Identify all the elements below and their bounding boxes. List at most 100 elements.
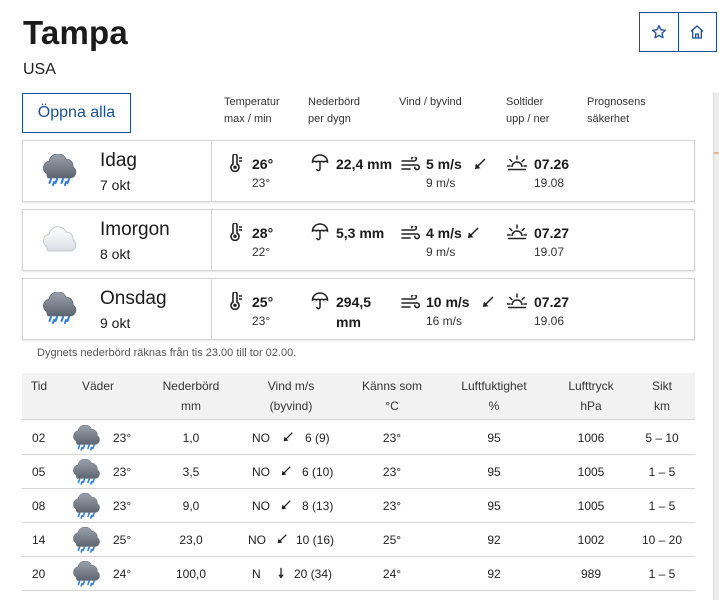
rain-cloud-icon xyxy=(70,425,102,451)
day-row-wednesday[interactable]: Onsdag 9 okt 25° 23° 294,5 mm 10 m/s 16 … xyxy=(22,278,695,340)
row-precipitation: 3,5 xyxy=(182,465,200,479)
wind-icon xyxy=(401,295,421,309)
star-icon xyxy=(651,25,666,39)
header-certainty-line1: Prognosens xyxy=(587,96,646,108)
wind-direction-arrow-icon xyxy=(481,295,495,309)
col-wind-label: Vind m/s xyxy=(267,379,315,393)
col-wind: Vind m/s (byvind) xyxy=(250,376,332,416)
row-pressure: 1005 xyxy=(577,465,605,479)
col-visibility: Sikt km xyxy=(632,376,692,416)
table-row[interactable]: 20 24° 100,0 N 20 (34) 24° 92 989 1 – 5 xyxy=(22,557,695,591)
row-feels-like: 25° xyxy=(382,533,402,547)
col-precipitation-label: Nederbörd xyxy=(162,379,220,393)
sunrise-time: 07.27 xyxy=(534,225,570,241)
row-visibility: 10 – 20 xyxy=(641,533,683,547)
row-temp: 24° xyxy=(113,567,132,581)
row-wind-direction: NO xyxy=(252,499,270,513)
favorite-button[interactable] xyxy=(640,13,678,51)
table-row[interactable]: 02 23° 1,0 NO 6 (9) 23° 95 1006 5 – 10 xyxy=(22,421,695,455)
row-humidity: 92 xyxy=(487,533,501,547)
day-date: 9 okt xyxy=(100,315,131,331)
header-certainty-line2: säkerhet xyxy=(587,113,630,125)
temp-max: 28° xyxy=(252,225,274,241)
temp-min: 23° xyxy=(252,176,271,190)
sunset-time: 19.06 xyxy=(534,314,565,328)
rain-cloud-icon xyxy=(70,561,102,587)
day-name: Idag xyxy=(100,150,137,171)
header-sun-line1: Soltider xyxy=(506,96,544,108)
row-temp: 23° xyxy=(113,431,132,445)
wind-value: 5 m/s xyxy=(426,156,462,172)
open-all-button[interactable]: Öppna alla xyxy=(22,93,131,133)
row-time: 02 xyxy=(32,431,46,445)
row-feels-like: 23° xyxy=(382,499,402,513)
table-row[interactable]: 08 23° 9,0 NO 8 (13) 23° 95 1005 1 – 5 xyxy=(22,489,695,523)
row-wind: 6 (9) xyxy=(305,431,330,445)
col-time-label: Tid xyxy=(30,379,48,393)
country-label: USA xyxy=(23,61,56,78)
col-humidity-unit: % xyxy=(488,399,500,413)
wind-direction-arrow-icon xyxy=(276,533,288,545)
umbrella-icon xyxy=(311,223,329,241)
header-sun: Soltider upp / ner xyxy=(506,94,549,128)
gust-value: 16 m/s xyxy=(426,314,463,328)
sunrise-icon xyxy=(507,155,527,171)
col-time: Tid xyxy=(22,376,56,396)
day-row-today[interactable]: Idag 7 okt 26° 23° 22,4 mm 5 m/s 9 m/s 0… xyxy=(22,140,695,202)
row-wind: 20 (34) xyxy=(294,567,333,581)
row-wind-direction: NO xyxy=(252,431,270,445)
col-feels-like: Känns som °C xyxy=(352,376,432,416)
wind-icon xyxy=(401,157,421,171)
col-pressure: Lufttryck hPa xyxy=(554,376,628,416)
home-icon xyxy=(690,25,704,39)
row-time: 05 xyxy=(32,465,46,479)
row-temp: 23° xyxy=(113,465,132,479)
col-precipitation: Nederbörd mm xyxy=(152,376,230,416)
col-humidity: Luftfuktighet% xyxy=(448,376,540,416)
temp-min: 22° xyxy=(252,245,271,259)
col-wind-unit: (byvind) xyxy=(269,399,313,413)
col-pressure-unit: hPa xyxy=(580,399,602,413)
row-precipitation: 100,0 xyxy=(175,567,207,581)
day-row-tomorrow[interactable]: Imorgon 8 okt 28° 22° 5,3 mm 4 m/s 9 m/s… xyxy=(22,209,695,271)
row-pressure: 989 xyxy=(580,567,602,581)
header-precipitation-line1: Nederbörd xyxy=(308,96,360,108)
rain-cloud-icon xyxy=(70,527,102,553)
thermometer-icon xyxy=(226,223,244,241)
wind-direction-arrow-icon xyxy=(466,226,480,240)
row-precipitation: 1,0 xyxy=(182,431,200,445)
sunset-time: 19.07 xyxy=(534,245,565,259)
sunset-time: 19.08 xyxy=(534,176,565,190)
day-divider xyxy=(211,210,212,270)
row-temp: 25° xyxy=(113,533,132,547)
day-name: Onsdag xyxy=(100,288,167,309)
row-pressure: 1005 xyxy=(577,499,605,513)
action-buttons xyxy=(639,12,717,52)
row-time: 08 xyxy=(32,499,46,513)
home-button[interactable] xyxy=(677,13,717,51)
page-scrollbar[interactable] xyxy=(713,93,719,600)
wind-direction-arrow-icon xyxy=(280,499,292,511)
row-precipitation: 9,0 xyxy=(182,499,200,513)
header-sun-line2: upp / ner xyxy=(506,113,550,125)
row-feels-like: 23° xyxy=(382,431,402,445)
day-date: 7 okt xyxy=(100,177,131,193)
row-visibility: 1 – 5 xyxy=(648,499,676,513)
col-precipitation-unit: mm xyxy=(181,399,201,413)
header-precipitation: Nederbörd per dygn xyxy=(308,94,360,128)
col-humidity-label: Luftfuktighet xyxy=(461,379,527,393)
rain-cloud-icon xyxy=(70,493,102,519)
sunrise-time: 07.26 xyxy=(534,156,570,172)
day-divider xyxy=(211,279,212,339)
wind-value: 4 m/s xyxy=(426,225,462,241)
table-row[interactable]: 14 25° 23,0 NO 10 (16) 25° 92 1002 10 – … xyxy=(22,523,695,557)
umbrella-icon xyxy=(311,154,329,172)
row-pressure: 1002 xyxy=(577,533,605,547)
precipitation-unit: mm xyxy=(336,314,361,330)
col-visibility-unit: km xyxy=(654,399,670,413)
table-row[interactable]: 05 23° 3,5 NO 6 (10) 23° 95 1005 1 – 5 xyxy=(22,455,695,489)
row-wind-direction: N xyxy=(252,567,261,581)
header-precipitation-line2: per dygn xyxy=(308,113,351,125)
header-wind: Vind / byvind xyxy=(399,94,462,111)
thermometer-icon xyxy=(226,154,244,172)
